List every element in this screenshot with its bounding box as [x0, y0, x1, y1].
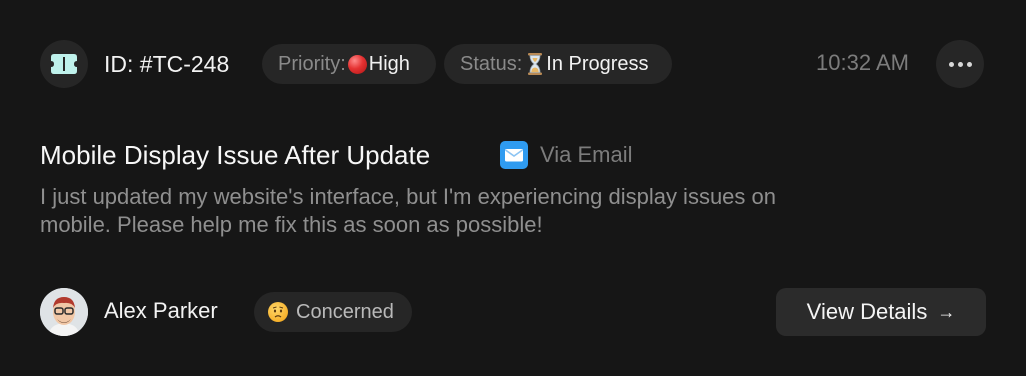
more-dot [966, 61, 972, 67]
arrow-right-icon: → [937, 301, 956, 322]
more-dot [957, 61, 963, 67]
status-value: In Progress [546, 52, 649, 75]
ticket-message: I just updated my website's interface, b… [40, 184, 777, 237]
worried-face-icon [268, 302, 288, 322]
hourglass-icon [528, 53, 543, 75]
ticket-title: Mobile Display Issue After Update [40, 140, 431, 170]
red-circle-icon [347, 54, 367, 74]
view-details-button[interactable]: View Details → [776, 288, 986, 336]
channel-label: Via Email [540, 142, 633, 167]
status-badge: Status: In Progress [444, 44, 672, 84]
view-details-label: View Details [806, 299, 928, 324]
ticket-icon [40, 40, 88, 88]
priority-key: Priority: [278, 52, 346, 75]
ticket-time: 10:32 AM [816, 50, 909, 75]
sentiment-value: Concerned [296, 300, 394, 323]
sentiment-badge: Concerned [254, 292, 412, 332]
ticket-id: ID: #TC-248 [104, 51, 230, 77]
avatar [40, 288, 88, 336]
status-key: Status: [460, 52, 523, 75]
priority-badge: Priority: High [262, 44, 436, 84]
priority-value: High [368, 52, 410, 75]
more-horizontal-icon [948, 61, 954, 67]
envelope-icon [500, 141, 528, 169]
more-options-button[interactable] [936, 40, 984, 88]
customer-name: Alex Parker [104, 298, 218, 323]
ticket-card: ID: #TC-248 Priority: High Status: In Pr… [0, 0, 1026, 376]
